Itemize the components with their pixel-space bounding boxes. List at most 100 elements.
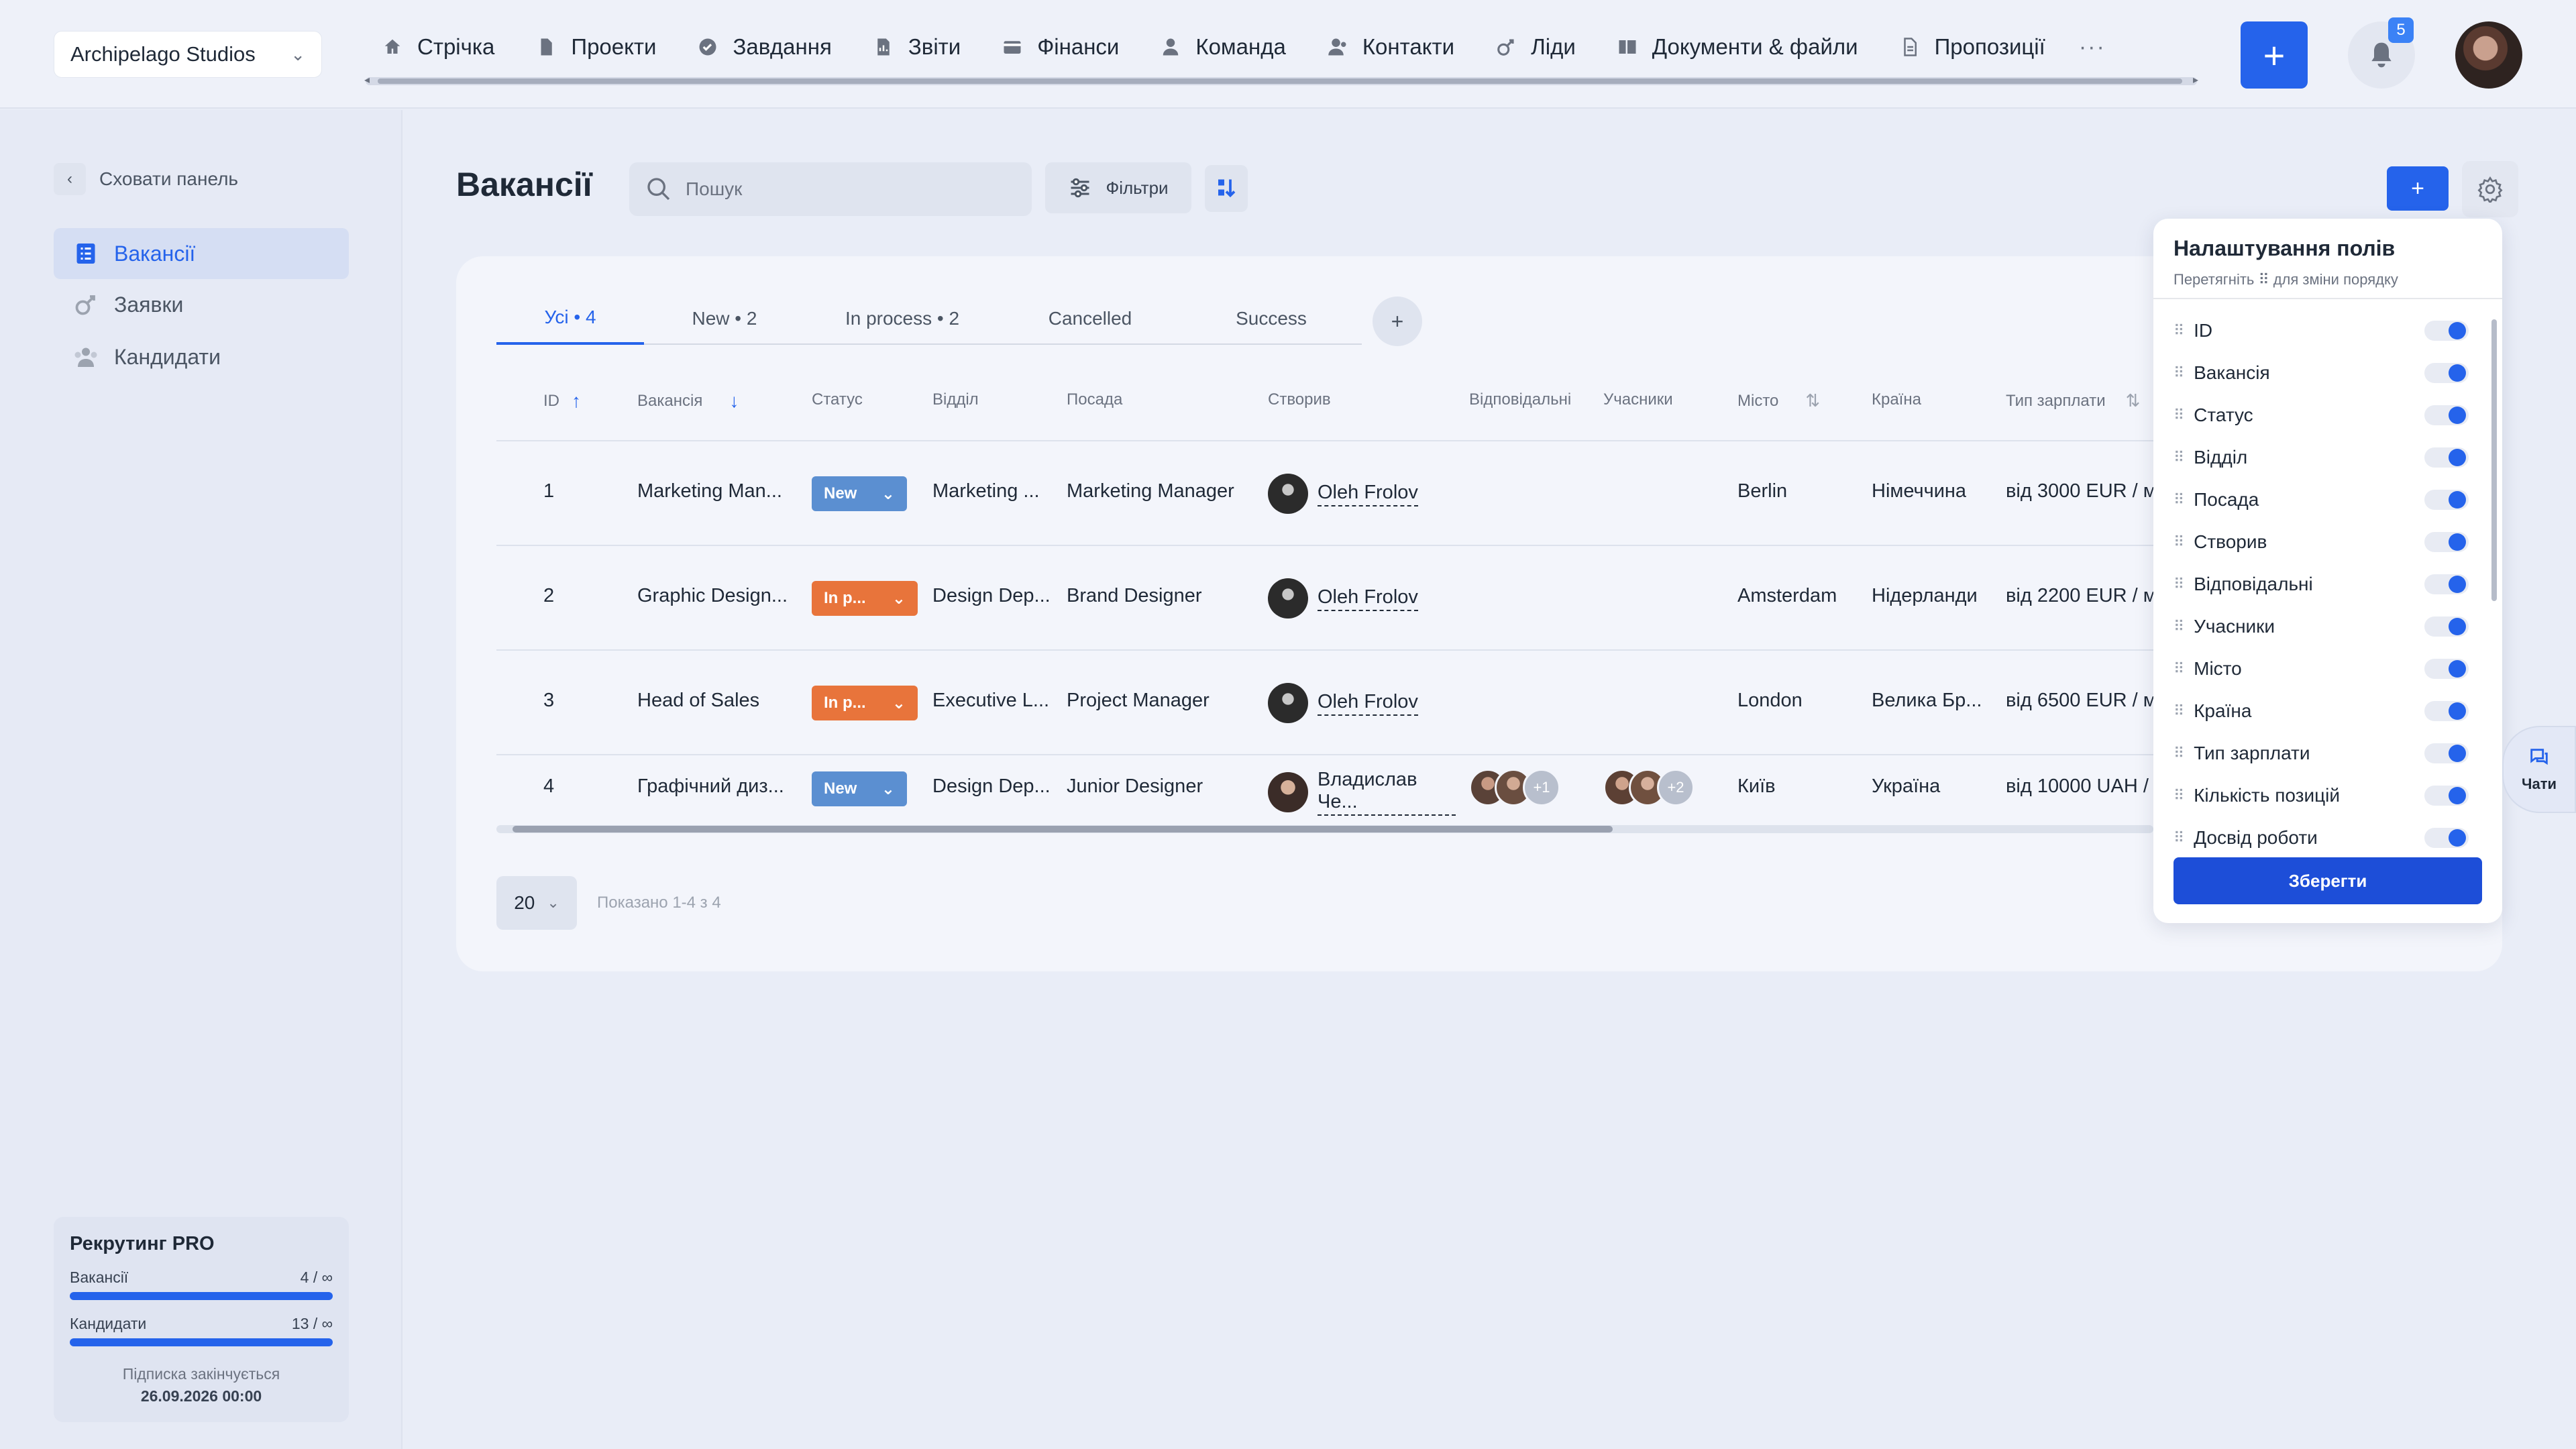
sidebar-item-candidates[interactable]: Кандидати bbox=[54, 331, 349, 382]
tab-all[interactable]: Усі • 4 bbox=[496, 292, 644, 345]
status-badge[interactable]: New ⌄ bbox=[812, 476, 907, 511]
scroll-right-icon[interactable]: ▸ bbox=[2193, 73, 2198, 87]
nav-item-tasks[interactable]: Завдання bbox=[678, 28, 853, 66]
nav-scrollbar[interactable]: ◂ ▸ bbox=[364, 74, 2198, 86]
page-size-select[interactable]: 20 ⌄ bbox=[496, 876, 577, 930]
tab-in-process[interactable]: In process • 2 bbox=[805, 292, 1000, 345]
global-add-button[interactable]: + bbox=[2241, 21, 2308, 89]
column-header-participants[interactable]: Учасники bbox=[1603, 390, 1673, 409]
column-header-city[interactable]: Місто ⇅ bbox=[1737, 390, 1820, 411]
table-row-id[interactable]: 3 bbox=[543, 690, 555, 712]
nav-item-proposals[interactable]: Пропозиції bbox=[1880, 28, 2067, 66]
status-badge[interactable]: New ⌄ bbox=[812, 771, 907, 806]
save-button[interactable]: Зберегти bbox=[2174, 857, 2482, 904]
field-row[interactable]: ⠿ Посада bbox=[2174, 479, 2469, 521]
column-header-id[interactable]: ID ↑ bbox=[543, 390, 581, 412]
nav-item-contacts[interactable]: Контакти bbox=[1307, 28, 1476, 66]
drag-handle-icon[interactable]: ⠿ bbox=[2174, 533, 2184, 551]
field-toggle[interactable] bbox=[2424, 828, 2469, 848]
drag-handle-icon[interactable]: ⠿ bbox=[2174, 449, 2184, 466]
tab-success[interactable]: Success bbox=[1181, 292, 1362, 345]
field-row[interactable]: ⠿ Учасники bbox=[2174, 606, 2469, 647]
drag-handle-icon[interactable]: ⠿ bbox=[2174, 364, 2184, 382]
tab-cancelled[interactable]: Cancelled bbox=[1000, 292, 1181, 345]
panel-scrollbar-thumb[interactable] bbox=[2491, 319, 2497, 601]
status-badge[interactable]: In p... ⌄ bbox=[812, 686, 918, 720]
drag-handle-icon[interactable]: ⠿ bbox=[2174, 660, 2184, 678]
field-row[interactable]: ⠿ Відділ bbox=[2174, 437, 2469, 478]
nav-item-leads[interactable]: Ліди bbox=[1476, 28, 1597, 66]
drag-handle-icon[interactable]: ⠿ bbox=[2174, 576, 2184, 593]
table-row-creator[interactable]: Владислав Че... bbox=[1268, 769, 1456, 816]
drag-handle-icon[interactable]: ⠿ bbox=[2174, 787, 2184, 804]
table-row-vacancy[interactable]: Graphic Design... bbox=[637, 585, 792, 607]
nav-more-button[interactable]: ··· bbox=[2079, 34, 2106, 60]
field-row[interactable]: ⠿ Відповідальні bbox=[2174, 564, 2469, 605]
nav-item-finance[interactable]: Фінанси bbox=[982, 28, 1140, 66]
field-row[interactable]: ⠿ Місто bbox=[2174, 648, 2469, 690]
field-toggle[interactable] bbox=[2424, 405, 2469, 425]
sidebar-item-applications[interactable]: Заявки bbox=[54, 279, 349, 330]
column-header-salary-type[interactable]: Тип зарплати ⇅ bbox=[2006, 390, 2140, 411]
sidebar-item-vacancies[interactable]: Вакансії bbox=[54, 228, 349, 279]
table-scrollbar-thumb[interactable] bbox=[513, 826, 1613, 833]
field-toggle[interactable] bbox=[2424, 321, 2469, 341]
table-row-vacancy[interactable]: Head of Sales bbox=[637, 690, 792, 712]
field-row[interactable]: ⠿ ID bbox=[2174, 310, 2469, 352]
column-header-responsible[interactable]: Відповідальні bbox=[1469, 390, 1571, 409]
add-vacancy-button[interactable]: + bbox=[2387, 166, 2449, 211]
drag-handle-icon[interactable]: ⠿ bbox=[2174, 702, 2184, 720]
field-toggle[interactable] bbox=[2424, 490, 2469, 510]
drag-handle-icon[interactable]: ⠿ bbox=[2174, 745, 2184, 762]
nav-item-reports[interactable]: Звіти bbox=[853, 28, 982, 66]
field-toggle[interactable] bbox=[2424, 616, 2469, 637]
field-row[interactable]: ⠿ Країна bbox=[2174, 690, 2469, 732]
field-toggle[interactable] bbox=[2424, 743, 2469, 763]
column-header-department[interactable]: Відділ bbox=[932, 390, 979, 409]
field-row[interactable]: ⠿ Вакансія bbox=[2174, 352, 2469, 394]
table-row-creator[interactable]: Oleh Frolov bbox=[1268, 683, 1418, 723]
tab-new[interactable]: New • 2 bbox=[644, 292, 805, 345]
field-row[interactable]: ⠿ Досвід роботи bbox=[2174, 817, 2469, 859]
field-toggle[interactable] bbox=[2424, 659, 2469, 679]
field-toggle[interactable] bbox=[2424, 447, 2469, 468]
nav-item-projects[interactable]: Проекти bbox=[516, 28, 678, 66]
table-row-vacancy[interactable]: Графічний диз... bbox=[637, 775, 792, 798]
drag-handle-icon[interactable]: ⠿ bbox=[2174, 829, 2184, 847]
field-toggle[interactable] bbox=[2424, 363, 2469, 383]
field-toggle[interactable] bbox=[2424, 532, 2469, 552]
table-row-vacancy[interactable]: Marketing Man... bbox=[637, 480, 792, 502]
field-settings-button[interactable] bbox=[2462, 161, 2518, 217]
column-header-created-by[interactable]: Створив bbox=[1268, 390, 1331, 409]
table-row-creator[interactable]: Oleh Frolov bbox=[1268, 578, 1418, 619]
drag-handle-icon[interactable]: ⠿ bbox=[2174, 618, 2184, 635]
column-header-status[interactable]: Статус bbox=[812, 390, 863, 409]
field-row[interactable]: ⠿ Кількість позицій bbox=[2174, 775, 2469, 816]
participant-avatars[interactable]: +2 bbox=[1603, 769, 1695, 806]
table-row-creator[interactable]: Oleh Frolov bbox=[1268, 474, 1418, 514]
add-tab-button[interactable]: + bbox=[1373, 297, 1422, 346]
nav-scrollbar-thumb[interactable] bbox=[378, 78, 2182, 84]
hide-panel-button[interactable]: ‹ Сховати панель bbox=[54, 162, 238, 196]
column-header-country[interactable]: Країна bbox=[1872, 390, 1921, 409]
workspace-selector[interactable]: Archipelago Studios ⌄ bbox=[54, 31, 322, 78]
column-header-vacancy[interactable]: Вакансія ↓ bbox=[637, 390, 739, 412]
filters-button[interactable]: Фільтри bbox=[1045, 162, 1191, 213]
drag-handle-icon[interactable]: ⠿ bbox=[2174, 407, 2184, 424]
nav-item-team[interactable]: Команда bbox=[1140, 28, 1307, 66]
field-row[interactable]: ⠿ Створив bbox=[2174, 521, 2469, 563]
panel-scrollbar[interactable] bbox=[2490, 313, 2498, 849]
field-toggle[interactable] bbox=[2424, 574, 2469, 594]
table-row-id[interactable]: 1 bbox=[543, 480, 555, 502]
table-row-id[interactable]: 2 bbox=[543, 585, 555, 607]
user-avatar[interactable] bbox=[2455, 21, 2522, 89]
drag-handle-icon[interactable]: ⠿ bbox=[2174, 491, 2184, 508]
drag-handle-icon[interactable]: ⠿ bbox=[2174, 322, 2184, 339]
field-row[interactable]: ⠿ Тип зарплати bbox=[2174, 733, 2469, 774]
scroll-left-icon[interactable]: ◂ bbox=[364, 73, 370, 87]
responsible-avatars[interactable]: +1 bbox=[1469, 769, 1560, 806]
table-row-id[interactable]: 4 bbox=[543, 775, 555, 798]
field-toggle[interactable] bbox=[2424, 786, 2469, 806]
chats-button[interactable]: Чати bbox=[2502, 726, 2576, 813]
field-row[interactable]: ⠿ Статус bbox=[2174, 394, 2469, 436]
